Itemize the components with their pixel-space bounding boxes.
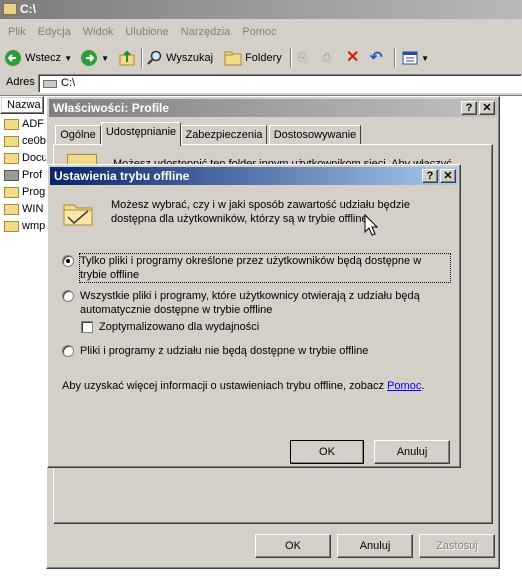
views-button[interactable]: ▼	[402, 47, 429, 69]
more-info-text: Aby uzyskać więcej informacji o ustawien…	[62, 380, 425, 392]
offline-title: Ustawienia trybu offline	[54, 169, 190, 183]
folders-label: Foldery	[245, 52, 282, 64]
address-input[interactable]: C:\	[38, 74, 522, 93]
list-item[interactable]: Prog	[4, 184, 45, 201]
radio-automatic[interactable]	[62, 290, 74, 302]
toolbar: Wstecz ▼ ▼ Wyszukaj Foldery ⎘ ⎙ ✕ ↶ ▼	[0, 45, 522, 71]
offline-description: Możesz wybrać, czy i w jaki sposób zawar…	[111, 199, 410, 225]
folders-button[interactable]: Foldery	[224, 47, 282, 69]
offline-title-bar: Ustawienia trybu offline ? ✕	[50, 167, 458, 185]
explorer-title: C:\	[20, 2, 36, 16]
delete-icon[interactable]: ✕	[346, 47, 359, 69]
move-to-icon[interactable]: ⎘	[298, 47, 307, 69]
dropdown-arrow-icon: ▼	[64, 54, 73, 63]
help-link[interactable]: Pomoc	[387, 380, 421, 392]
properties-ok-button[interactable]: OK	[255, 534, 331, 558]
offline-cancel-button[interactable]: Anuluj	[374, 440, 450, 464]
back-arrow-icon	[5, 50, 21, 67]
folder-icon	[4, 204, 19, 215]
dropdown-arrow-icon: ▼	[101, 54, 109, 63]
shared-folder-icon	[4, 170, 19, 181]
menu-file[interactable]: Plik	[0, 22, 32, 42]
up-folder-button[interactable]	[118, 47, 136, 69]
list-item[interactable]: WIN	[4, 201, 43, 218]
column-header-name[interactable]: Nazwa	[0, 96, 44, 114]
folder-icon	[4, 136, 19, 147]
search-button[interactable]: Wyszukaj	[147, 47, 213, 69]
forward-arrow-icon	[81, 50, 97, 67]
search-label: Wyszukaj	[166, 52, 214, 64]
properties-title: Właściwości: Profile	[53, 101, 170, 115]
tab-customize[interactable]: Dostosowywanie	[269, 125, 361, 145]
folder-icon	[4, 221, 19, 232]
undo-icon[interactable]: ↶	[370, 47, 383, 69]
close-caption-button[interactable]: ✕	[440, 169, 456, 183]
tab-general[interactable]: Ogólne	[55, 125, 101, 145]
menu-favorites[interactable]: Ulubione	[119, 22, 174, 42]
address-value: C:\	[61, 77, 76, 89]
optimize-checkbox[interactable]	[81, 321, 93, 333]
offline-ok-button[interactable]: OK	[290, 440, 364, 464]
list-item[interactable]: wmp	[4, 218, 45, 235]
menu-bar: Plik Edycja Widok Ulubione Narzędzia Pomoc	[0, 22, 522, 42]
folder-icon	[4, 153, 19, 164]
folder-icon	[4, 119, 19, 130]
help-caption-button[interactable]: ?	[422, 169, 438, 183]
menu-view[interactable]: Widok	[77, 22, 120, 42]
mouse-cursor-icon	[364, 214, 378, 236]
back-button[interactable]: Wstecz ▼	[4, 47, 72, 69]
drive-icon	[43, 80, 57, 88]
back-label: Wstecz	[25, 52, 62, 64]
menu-edit[interactable]: Edycja	[32, 22, 77, 42]
views-icon	[402, 51, 418, 65]
offline-settings-dialog: Ustawienia trybu offline ? ✕ Możesz wybr…	[47, 164, 461, 468]
close-caption-button[interactable]: ✕	[479, 101, 495, 115]
copy-to-icon[interactable]: ⎙	[322, 47, 331, 69]
tab-security[interactable]: Zabezpieczenia	[181, 125, 267, 145]
radio-not-available[interactable]	[62, 345, 74, 357]
list-item[interactable]: ADF	[4, 116, 44, 133]
tab-sharing[interactable]: Udostępnianie	[101, 122, 181, 146]
up-folder-icon	[119, 50, 135, 66]
address-label: Adres	[6, 76, 35, 88]
properties-apply-button: Zastosuj	[419, 534, 495, 558]
forward-button[interactable]: ▼	[80, 47, 109, 69]
list-item[interactable]: Prof	[4, 167, 42, 184]
properties-cancel-button[interactable]: Anuluj	[337, 534, 413, 558]
folder-icon	[4, 187, 19, 198]
menu-tools[interactable]: Narzędzia	[175, 22, 237, 42]
search-icon	[147, 50, 162, 65]
address-bar: Adres C:\	[0, 73, 522, 94]
properties-title-bar: Właściwości: Profile ? ✕	[49, 99, 497, 117]
list-item[interactable]: Docu	[4, 150, 48, 167]
list-item[interactable]: ce0b	[4, 133, 46, 150]
offline-folder-icon	[63, 204, 93, 226]
menu-help[interactable]: Pomoc	[236, 22, 282, 42]
help-caption-button[interactable]: ?	[461, 101, 477, 115]
explorer-title-bar: C:\	[0, 0, 522, 19]
dropdown-arrow-icon: ▼	[421, 54, 429, 63]
radio-user-specified[interactable]	[62, 255, 74, 267]
folder-icon	[3, 3, 17, 15]
folders-icon	[224, 51, 242, 66]
